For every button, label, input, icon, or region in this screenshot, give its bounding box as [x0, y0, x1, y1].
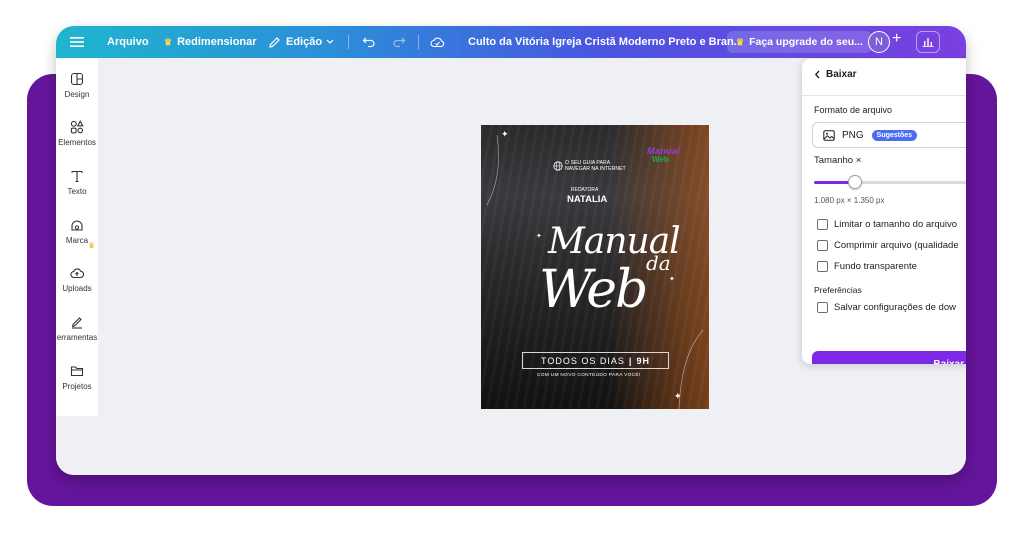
- cloud-check-icon: [430, 37, 445, 48]
- resize-button[interactable]: ♛ Redimensionar: [164, 26, 257, 58]
- upload-cloud-icon: [70, 268, 84, 279]
- edit-mode-button[interactable]: Edição: [268, 26, 334, 58]
- undo-icon: [362, 37, 375, 48]
- text-icon: [71, 170, 83, 183]
- sparkle-icon: ✦: [501, 129, 509, 139]
- crown-icon: ♛: [88, 241, 96, 250]
- size-label: Tamanho ×: [814, 155, 862, 166]
- layout-icon: [70, 72, 84, 86]
- poster-title-da: da: [646, 251, 671, 275]
- undo-button[interactable]: [362, 26, 376, 58]
- sidebar-item-label: Texto: [67, 187, 87, 196]
- pencil-icon: [269, 36, 280, 48]
- hamburger-menu-icon[interactable]: [70, 26, 84, 58]
- size-slider[interactable]: [814, 175, 966, 189]
- avatar[interactable]: N: [868, 31, 890, 53]
- toolbar-divider: [348, 35, 349, 49]
- sidebar-item-label: erramentas: [56, 333, 98, 342]
- transparent-background-checkbox[interactable]: Fundo transparente: [817, 261, 917, 272]
- poster-schedule-box: TODOS OS DIAS | 9H: [522, 352, 669, 369]
- top-toolbar: Arquivo ♛ Redimensionar Edição Culto da …: [56, 26, 966, 58]
- crown-icon: ♛: [164, 36, 173, 47]
- crown-icon: ♛: [736, 36, 745, 47]
- document-title[interactable]: Culto da Vitória Igreja Cristã Moderno P…: [468, 26, 743, 58]
- poster-guide-text: O SEU GUIA PARA NAVEGAR NA INTERNET: [565, 160, 645, 172]
- resize-label: Redimensionar: [177, 36, 257, 48]
- download-button[interactable]: Baixar: [812, 351, 966, 364]
- chevron-left-icon: [814, 70, 820, 79]
- poster-schedule-days: TODOS OS DIAS: [541, 355, 625, 366]
- option-label: Limitar o tamanho do arquivo: [834, 219, 958, 230]
- limit-file-size-checkbox[interactable]: Limitar o tamanho do arquivo: [817, 219, 957, 230]
- poster-author-name: NATALIA: [567, 194, 608, 205]
- download-panel: Baixar Formato de arquivo PNG Sugestões …: [802, 59, 966, 364]
- insights-button[interactable]: [916, 31, 940, 53]
- left-sidebar: Design Elementos Texto Marca Uploads err…: [56, 58, 98, 416]
- poster-schedule-separator: |: [628, 355, 633, 366]
- shapes-icon: [70, 120, 84, 134]
- toolbar-divider: [418, 35, 419, 49]
- poster-logo-web: Web: [652, 155, 669, 164]
- sidebar-item-label: Uploads: [62, 284, 92, 293]
- option-label: Fundo transparente: [834, 261, 917, 272]
- cloud-save-status[interactable]: [430, 26, 445, 58]
- globe-icon: [553, 161, 563, 171]
- sparkle-icon: ✦: [674, 391, 682, 401]
- sidebar-item-label: Marca: [65, 236, 89, 245]
- poster-schedule-time: 9H: [636, 355, 650, 366]
- bottom-area: [56, 416, 966, 475]
- file-format-select[interactable]: PNG Sugestões: [812, 122, 966, 148]
- upgrade-label: Faça upgrade do seu...: [749, 36, 863, 48]
- sidebar-item-label: Elementos: [58, 138, 96, 147]
- image-dimensions: 1.080 px × 1.350 px: [814, 196, 885, 205]
- chevron-down-icon: [326, 39, 334, 44]
- compress-file-checkbox[interactable]: Comprimir arquivo (qualidade: [817, 240, 959, 251]
- option-label: Comprimir arquivo (qualidade: [834, 240, 959, 251]
- panel-title: Baixar: [826, 69, 857, 80]
- editor-window: Arquivo ♛ Redimensionar Edição Culto da …: [56, 26, 966, 475]
- redo-icon: [393, 37, 406, 48]
- bar-chart-icon: [922, 38, 934, 47]
- option-label: Salvar configurações de dow: [834, 302, 956, 313]
- file-format-value: PNG: [842, 129, 864, 141]
- checkbox-box[interactable]: [817, 302, 828, 313]
- file-format-label: Formato de arquivo: [814, 105, 893, 115]
- sparkle-icon: ✦: [536, 233, 542, 240]
- sparkle-icon: ✦: [669, 276, 675, 283]
- size-slider-thumb[interactable]: [847, 175, 862, 189]
- preferences-label: Preferências: [814, 285, 862, 295]
- poster-redatora: REDATORA: [571, 187, 599, 193]
- sidebar-item-label: Projetos: [62, 382, 92, 391]
- poster-guide-line2: NAVEGAR NA INTERNET: [565, 166, 626, 172]
- sidebar-item-label: Design: [64, 90, 90, 99]
- checkbox-box[interactable]: [817, 219, 828, 230]
- design-poster[interactable]: ✦ ✦ ✦ ✦ O SEU GUIA PARA NAVEGAR NA INTER…: [481, 125, 709, 409]
- redo-button[interactable]: [392, 26, 406, 58]
- poster-title-web: Web: [539, 260, 648, 320]
- upgrade-button[interactable]: ♛ Faça upgrade do seu...: [727, 31, 872, 53]
- pen-icon: [71, 317, 82, 329]
- suggestions-badge: Sugestões: [871, 129, 918, 141]
- folder-icon: [70, 366, 84, 377]
- checkbox-box[interactable]: [817, 261, 828, 272]
- back-button[interactable]: Baixar: [814, 69, 857, 80]
- image-icon: [823, 129, 835, 141]
- panel-divider: [802, 95, 966, 96]
- brand-icon: [71, 220, 83, 231]
- checkbox-box[interactable]: [817, 240, 828, 251]
- edit-mode-label: Edição: [286, 36, 323, 48]
- file-menu[interactable]: Arquivo: [107, 26, 149, 58]
- save-settings-checkbox[interactable]: Salvar configurações de dow: [817, 302, 956, 313]
- add-collaborator-button[interactable]: +: [892, 30, 901, 48]
- poster-tagline: COM UM NOVO CONTEÚDO PARA VOCÊ!: [537, 373, 641, 378]
